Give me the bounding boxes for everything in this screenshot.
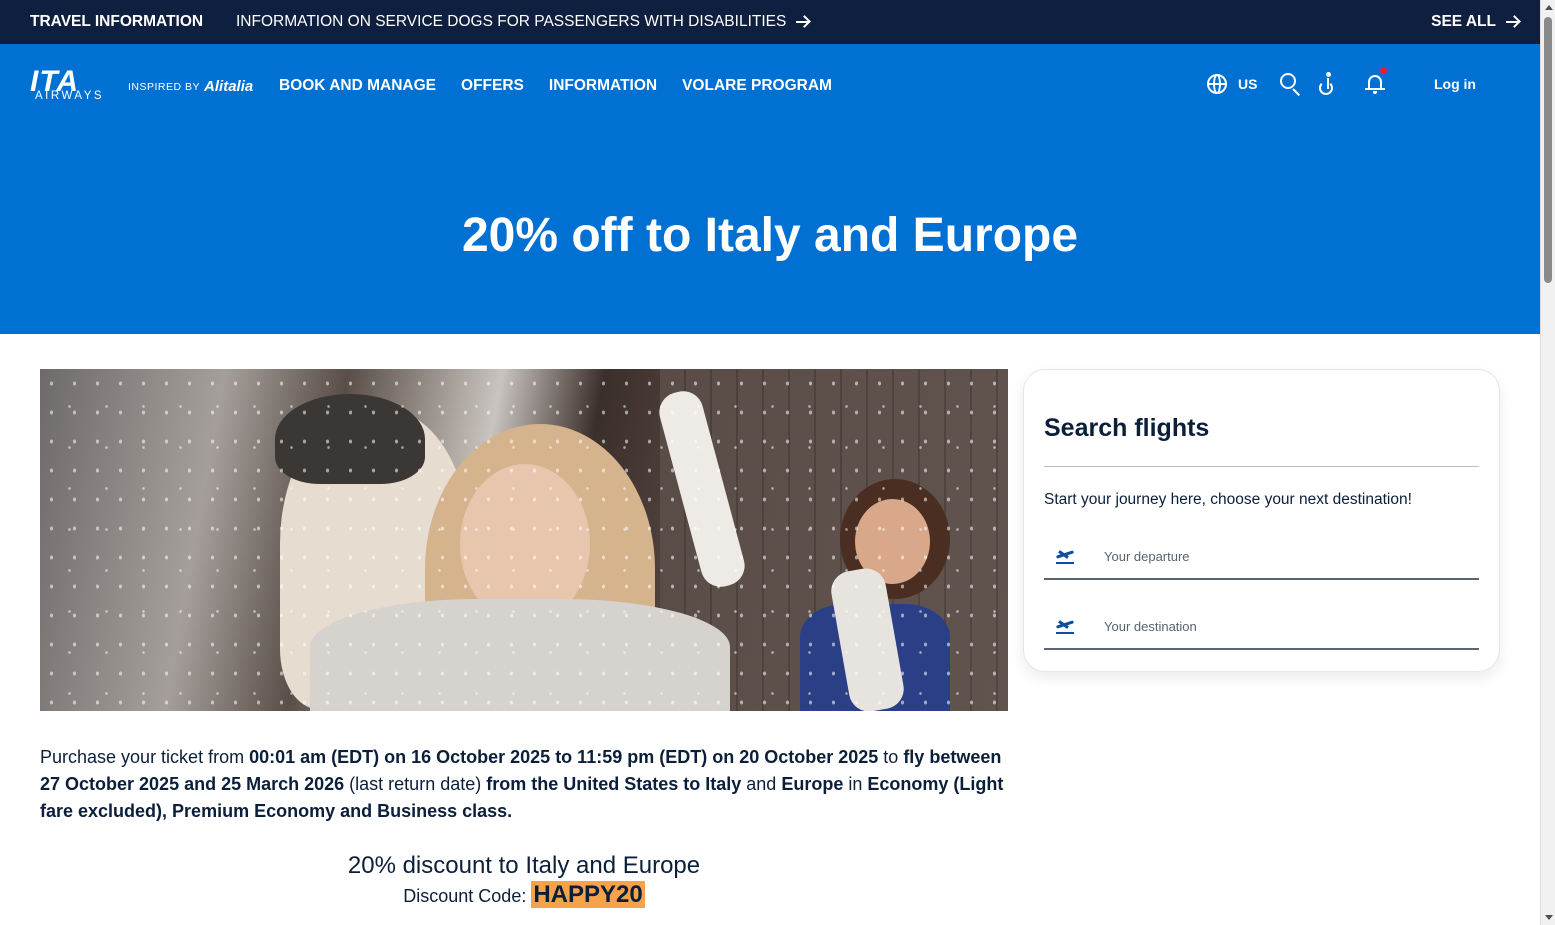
accessibility-icon xyxy=(1326,72,1332,77)
page-scrollbar[interactable] xyxy=(1540,0,1555,925)
departure-field[interactable]: Your departure xyxy=(1044,534,1479,580)
travel-info-bar: TRAVEL INFORMATION INFORMATION ON SERVIC… xyxy=(0,0,1540,44)
login-button[interactable]: Log in xyxy=(1434,76,1476,92)
search-intro-text: Start your journey here, choose your nex… xyxy=(1044,491,1412,508)
hero-image xyxy=(40,369,1008,711)
search-flights-title: Search flights xyxy=(1044,414,1210,442)
language-selector[interactable]: US xyxy=(1207,72,1279,96)
bell-icon-clapper xyxy=(1373,91,1378,94)
accessibility-button[interactable] xyxy=(1317,72,1341,96)
photo-snow xyxy=(40,369,1008,711)
scroll-up-icon[interactable] xyxy=(1545,5,1553,10)
scrollbar-thumb[interactable] xyxy=(1544,17,1552,283)
alitalia-logo: Alitalia xyxy=(204,78,254,95)
nav-item-volare-program[interactable]: VOLARE PROGRAM xyxy=(682,77,832,95)
promo-destination: Europe xyxy=(781,774,844,794)
takeoff-icon xyxy=(1054,546,1078,566)
page-title: 20% off to Italy and Europe xyxy=(461,209,1079,262)
discount-code[interactable]: HAPPY20 xyxy=(531,881,645,908)
promo-description: Purchase your ticket from 00:01 am (EDT)… xyxy=(40,744,1008,825)
takeoff-icon xyxy=(1054,616,1078,636)
takeoff-icon-ground xyxy=(1056,632,1074,634)
see-all-link[interactable]: SEE ALL xyxy=(1431,13,1520,31)
service-dogs-notice-link[interactable]: INFORMATION ON SERVICE DOGS FOR PASSENGE… xyxy=(236,13,810,31)
promo-text: (last return date) xyxy=(344,774,487,794)
search-button[interactable] xyxy=(1279,72,1303,97)
promo-text: in xyxy=(843,774,868,794)
promo-text: Purchase your ticket from xyxy=(40,747,250,767)
nav-item-information[interactable]: INFORMATION xyxy=(549,77,657,95)
scroll-down-icon[interactable] xyxy=(1545,915,1553,920)
nav-item-offers[interactable]: OFFERS xyxy=(461,77,524,95)
service-dogs-notice-text: INFORMATION ON SERVICE DOGS FOR PASSENGE… xyxy=(236,13,787,30)
search-icon-handle xyxy=(1292,88,1301,97)
nav-item-book-and-manage[interactable]: BOOK AND MANAGE xyxy=(279,77,436,95)
bell-icon-base xyxy=(1365,88,1386,90)
travel-info-label: TRAVEL INFORMATION xyxy=(30,13,204,30)
search-icon xyxy=(1280,73,1297,89)
promo-text: and xyxy=(741,774,782,794)
discount-code-line: Discount Code: HAPPY20 xyxy=(40,881,1008,909)
arrow-right-icon xyxy=(1506,15,1520,29)
destination-placeholder: Your destination xyxy=(1104,618,1197,634)
divider xyxy=(1044,466,1479,467)
logo-subtitle: AIRWAYS xyxy=(35,90,105,102)
search-flights-card: Search flights Start your journey here, … xyxy=(1023,369,1500,672)
destination-field[interactable]: Your destination xyxy=(1044,604,1479,650)
main-nav: BOOK AND MANAGE OFFERS INFORMATION VOLAR… xyxy=(279,77,832,95)
takeoff-icon-ground xyxy=(1056,562,1074,564)
globe-icon xyxy=(1207,74,1227,94)
header-tools: US xyxy=(1207,67,1388,97)
language-code: US xyxy=(1238,76,1258,92)
bell-icon xyxy=(1368,75,1383,89)
see-all-label: SEE ALL xyxy=(1431,13,1496,30)
discount-code-label: Discount Code: xyxy=(403,886,532,906)
departure-placeholder: Your departure xyxy=(1104,548,1190,564)
promo-origin: from the United States to Italy xyxy=(486,774,742,794)
inspired-by-alitalia: INSPIRED BY Alitalia xyxy=(128,78,253,95)
accessibility-icon-wheel xyxy=(1319,81,1334,95)
promo-purchase-window: 00:01 am (EDT) on 16 October 2025 to 11:… xyxy=(249,747,879,767)
discount-title: 20% discount to Italy and Europe xyxy=(347,852,701,879)
ita-airways-logo[interactable]: ITA AIRWAYS xyxy=(30,67,110,103)
site-header: ITA AIRWAYS INSPIRED BY Alitalia BOOK AN… xyxy=(0,44,1540,334)
notification-dot xyxy=(1380,67,1388,74)
inspired-by-text: INSPIRED BY xyxy=(128,80,201,93)
notifications-button[interactable] xyxy=(1363,67,1388,96)
arrow-right-icon xyxy=(796,15,810,29)
promo-text: to xyxy=(878,747,904,767)
